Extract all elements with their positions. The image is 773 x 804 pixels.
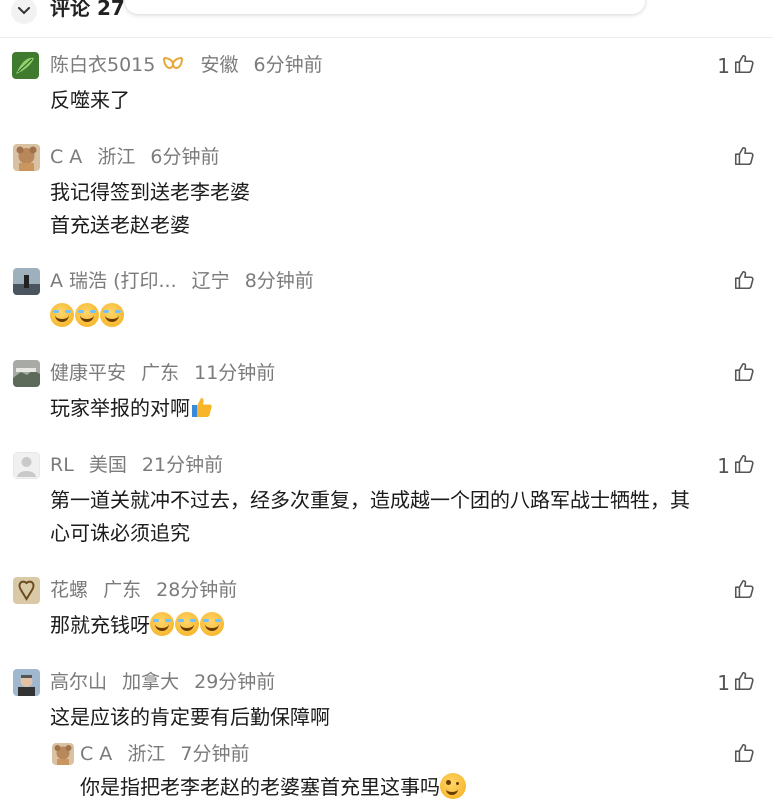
floating-toolbar[interactable] [125,0,645,14]
thumbs-up-outline-icon [733,670,755,696]
avatar[interactable] [13,669,40,696]
thumbs-up-outline-icon [733,361,755,387]
location: 浙江 [97,146,136,168]
timestamp: 7分钟前 [180,743,250,765]
laughing-crying-emoji [75,303,99,327]
thumbs-up-outline-icon [733,742,755,768]
comment-meta: 花螺 广东 28分钟前 [50,577,237,604]
like-count: 1 [717,670,730,695]
username[interactable]: 陈白衣5015 [50,54,155,76]
username[interactable]: C A [50,146,82,168]
comment-text [50,300,755,333]
comment-text-line: 我记得签到送老李老婆 [50,180,250,204]
header-divider [0,37,773,38]
timestamp: 21分钟前 [141,454,224,476]
avatar[interactable] [13,452,40,479]
laughing-crying-emoji [50,303,74,327]
location: 浙江 [127,743,166,765]
comment-text: 你是指把老李老赵的老婆塞首充里这事吗 [80,771,760,804]
comment-meta: C A 浙江 7分钟前 [80,741,250,768]
timestamp: 6分钟前 [253,54,323,76]
comments-title: 评论 27 [50,0,125,20]
comment-meta: 高尔山 加拿大 29分钟前 [50,669,275,696]
timestamp: 6分钟前 [150,146,220,168]
like-count: 1 [717,53,730,78]
gold-badge-icon [161,54,185,76]
username[interactable]: A 瑞浩 (打印... [50,270,177,292]
avatar[interactable] [13,268,40,295]
avatar[interactable] [13,577,40,604]
username[interactable]: RL [50,454,74,476]
location: 安徽 [200,54,239,76]
comment-meta: 健康平安 广东 11分钟前 [50,360,275,387]
thumbs-up-outline-icon [733,145,755,171]
like-button[interactable]: 1 [717,452,755,479]
laughing-crying-emoji [100,303,124,327]
comment-text-content: 你是指把老李老赵的老婆塞首充里这事吗 [80,775,440,799]
location: 广东 [141,362,180,384]
like-button[interactable]: 1 [717,52,755,79]
location: 加拿大 [122,671,180,693]
avatar[interactable] [13,144,40,171]
location: 广东 [103,579,142,601]
avatar[interactable] [52,743,74,765]
avatar[interactable] [12,52,39,79]
laughing-crying-emoji [175,612,199,636]
like-button[interactable] [733,144,755,171]
timestamp: 8分钟前 [244,270,314,292]
username[interactable]: 花螺 [50,579,88,601]
comment-text-content: 那就充钱呀 [50,613,150,637]
thumbs-up-outline-icon [733,269,755,295]
timestamp: 29分钟前 [194,671,276,693]
like-button[interactable] [733,268,755,295]
comment-text-line: 首充送老赵老婆 [50,213,190,237]
username[interactable]: 健康平安 [50,362,126,384]
like-button[interactable] [733,741,755,768]
comment-text: 那就充钱呀 [50,609,755,642]
comment-text: 反噬来了 [50,88,130,112]
username[interactable]: 高尔山 [50,671,107,693]
chevron-down-icon[interactable] [11,0,37,24]
comment-text: 玩家举报的对啊 [50,392,755,425]
comment-meta: C A 浙江 6分钟前 [50,144,220,171]
comment-text-line: 心可诛必须追究 [50,521,190,545]
avatar[interactable] [13,360,40,387]
comment-meta: 陈白衣5015 安徽 6分钟前 [50,52,323,79]
laughing-crying-emoji [200,612,224,636]
username[interactable]: C A [80,743,112,765]
thumbs-up-outline-icon [733,53,755,79]
thumbs-up-emoji [190,395,214,419]
comment-text-content: 玩家举报的对啊 [50,396,190,420]
location: 辽宁 [191,270,230,292]
comment-meta: RL 美国 21分钟前 [50,452,223,479]
thumbs-up-outline-icon [733,578,755,604]
laughing-crying-emoji [150,612,174,636]
comment-meta: A 瑞浩 (打印... 辽宁 8分钟前 [50,268,314,295]
comment-text-line: 第一道关就冲不过去，经多次重复，造成越一个团的八路军战士牺牲，其 [50,488,690,512]
timestamp: 11分钟前 [194,362,276,384]
timestamp: 28分钟前 [156,579,238,601]
like-button[interactable] [733,360,755,387]
like-count: 1 [717,453,730,478]
location: 美国 [88,454,127,476]
thumbs-up-outline-icon [733,453,755,479]
comments-header: 评论 27 [0,0,773,38]
wink-emoji [440,773,466,799]
like-button[interactable]: 1 [717,669,755,696]
like-button[interactable] [733,577,755,604]
comment-text: 这是应该的肯定要有后勤保障啊 [50,705,330,729]
